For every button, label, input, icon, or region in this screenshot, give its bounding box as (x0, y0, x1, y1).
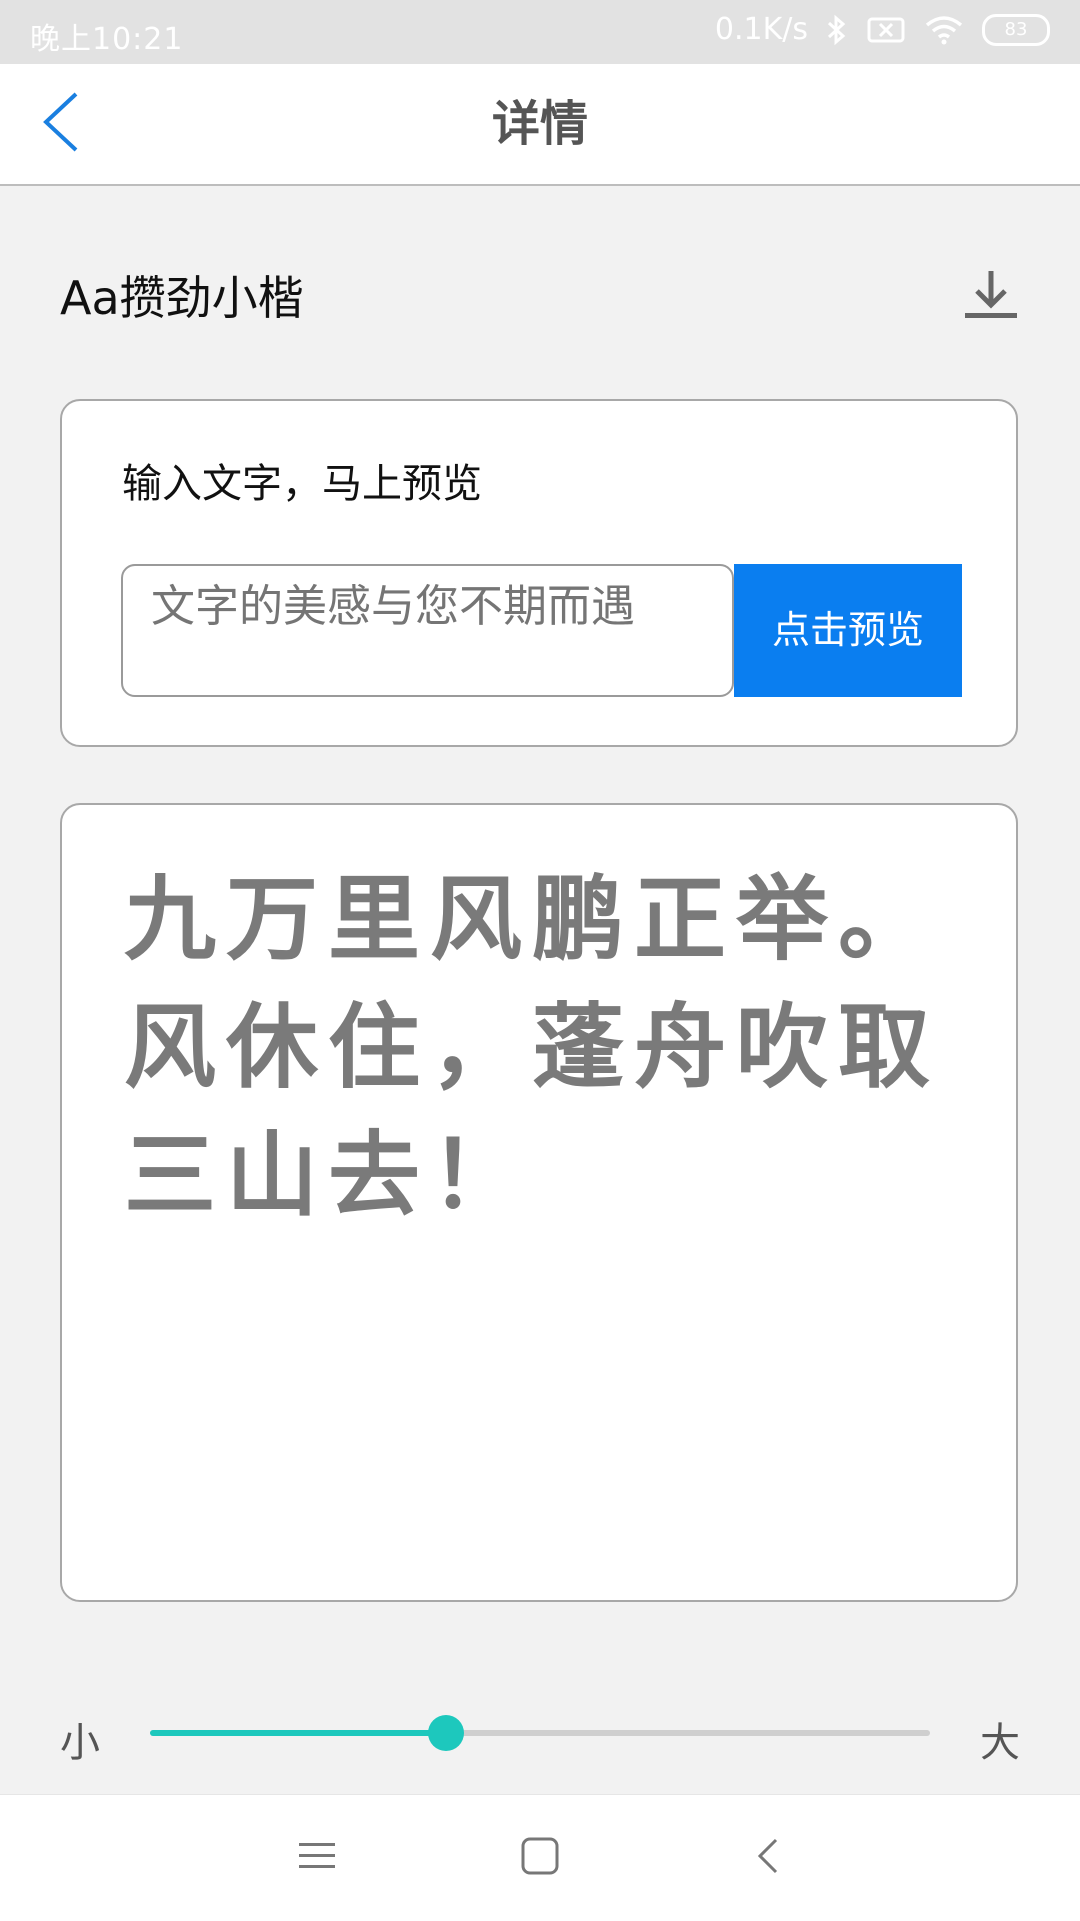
bluetooth-icon (826, 14, 848, 46)
chevron-left-icon (38, 90, 82, 158)
input-label: 输入文字，马上预览 (122, 461, 482, 507)
preview-text-input[interactable] (121, 564, 734, 697)
system-back-button[interactable] (728, 1818, 808, 1898)
download-button[interactable] (956, 262, 1026, 332)
preview-text: 九万里风鹏正举。风休住，蓬舟吹取三山去！ (124, 865, 941, 1229)
download-icon (963, 267, 1019, 327)
menu-button[interactable] (277, 1818, 357, 1898)
slider-min-label: 小 (60, 1720, 100, 1766)
back-icon (756, 1838, 780, 1878)
back-button[interactable] (20, 84, 100, 164)
header: 详情 (0, 64, 1080, 186)
navigation-bar (0, 1794, 1080, 1921)
slider-fill (150, 1730, 447, 1736)
wifi-icon (924, 15, 964, 45)
slider-max-label: 大 (980, 1720, 1020, 1766)
status-icons: 0.1K/s 83 (715, 12, 1050, 47)
menu-icon (299, 1841, 335, 1875)
slider-thumb[interactable] (428, 1715, 465, 1751)
home-button[interactable] (500, 1818, 580, 1898)
home-icon (521, 1837, 559, 1879)
preview-card: 九万里风鹏正举。风休住，蓬舟吹取三山去！ (60, 803, 1018, 1602)
page-title: 详情 (491, 96, 588, 152)
network-speed: 0.1K/s (714, 12, 808, 47)
font-size-slider[interactable] (150, 1715, 930, 1751)
sim-off-icon (866, 15, 906, 45)
font-name: Aa攒劲小楷 (60, 271, 304, 325)
input-card: 输入文字，马上预览 点击预览 (60, 399, 1018, 747)
status-time: 晚上10:21 (30, 22, 184, 57)
battery-icon: 83 (982, 13, 1050, 46)
preview-button[interactable]: 点击预览 (734, 564, 962, 697)
status-bar: 晚上10:21 0.1K/s 83 (0, 0, 1080, 64)
